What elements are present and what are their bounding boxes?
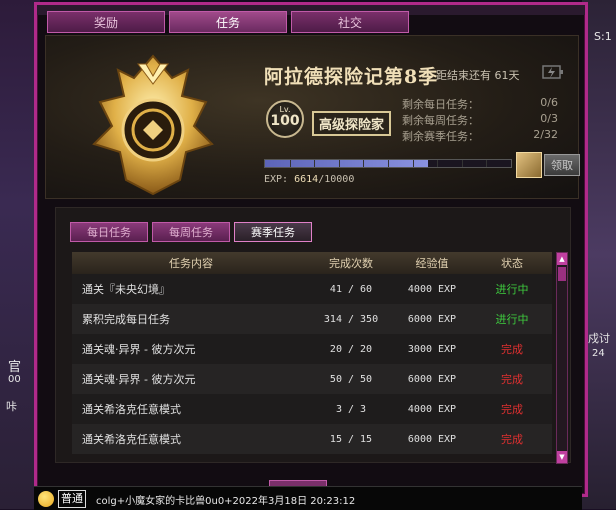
task-name: 通关『未央幻境』 bbox=[82, 283, 170, 296]
claim-button[interactable]: 领取 bbox=[544, 154, 580, 176]
top-tab-bar: 奖励 任务 社交 bbox=[43, 11, 579, 33]
exp-bar-tick bbox=[437, 160, 439, 167]
remaining-tasks: 剩余每日任务： 0/6 剩余每周任务： 0/3 剩余赛季任务： 2/32 bbox=[402, 96, 558, 144]
exp-progress-bar bbox=[264, 159, 512, 168]
scroll-thumb[interactable] bbox=[558, 267, 566, 281]
tab-tasks[interactable]: 任务 bbox=[169, 11, 287, 33]
edge-text-left-low: 咔 bbox=[6, 400, 17, 413]
table-header: 任务内容 完成次数 经验值 状态 bbox=[72, 252, 552, 274]
exp-bar-tick bbox=[486, 160, 488, 167]
task-status: 进行中 bbox=[495, 313, 529, 326]
exp-text: EXP: 6614/10000 bbox=[264, 174, 354, 185]
edge-text-left-mid: 官 bbox=[8, 360, 22, 375]
exp-total: /10000 bbox=[318, 174, 355, 185]
exp-bar-tick bbox=[338, 160, 340, 167]
adventure-pass-window: 奖励 任务 社交 阿拉德探险记第8季 距结束还有 61天 Lv. 100 高级探… bbox=[34, 2, 588, 497]
exp-label: EXP: bbox=[264, 174, 289, 185]
task-name: 累积完成每日任务 bbox=[82, 313, 170, 326]
column-header-exp: 经验值 bbox=[415, 257, 449, 270]
task-name: 通关魂·异界 - 彼方次元 bbox=[82, 373, 196, 386]
table-row[interactable]: 通关魂·异界 - 彼方次元 50 / 50 6000 EXP 完成 bbox=[72, 364, 552, 394]
edge-text-right-mid: 戍讨 bbox=[588, 332, 610, 345]
table-row[interactable]: 通关魂·异界 - 彼方次元 20 / 20 3000 EXP 完成 bbox=[72, 334, 552, 364]
exp-bar-tick bbox=[388, 160, 389, 167]
battery-icon bbox=[542, 65, 563, 79]
remaining-weekly-value: 0/3 bbox=[540, 112, 558, 125]
reward-item-icon[interactable] bbox=[516, 152, 542, 178]
chat-input[interactable]: colg+小魔女家的卡比兽0u0+2022年3月18日 20:23:12 bbox=[96, 492, 355, 507]
table-row[interactable]: 通关希洛克任意模式 15 / 15 6000 EXP 完成 bbox=[72, 424, 552, 454]
task-scrollbar[interactable]: ▲ ▼ bbox=[556, 252, 568, 464]
task-name: 通关希洛克任意模式 bbox=[82, 403, 181, 416]
task-count: 3 / 3 bbox=[335, 403, 367, 415]
task-exp: 6000 EXP bbox=[407, 313, 457, 325]
task-name: 通关希洛克任意模式 bbox=[82, 433, 181, 446]
task-exp: 6000 EXP bbox=[407, 373, 457, 385]
task-count: 314 / 350 bbox=[323, 313, 379, 325]
task-exp: 3000 EXP bbox=[407, 343, 457, 355]
exp-bar-tick bbox=[289, 160, 291, 167]
exp-bar-tick bbox=[412, 160, 414, 167]
task-count: 50 / 50 bbox=[329, 373, 373, 385]
remaining-daily: 剩余每日任务： 0/6 bbox=[402, 96, 558, 112]
season-title: 阿拉德探险记第8季 bbox=[264, 66, 439, 88]
exp-bar-tick bbox=[314, 160, 316, 167]
column-header-status: 状态 bbox=[501, 257, 523, 270]
season-emblem-icon bbox=[92, 54, 214, 196]
task-exp: 6000 EXP bbox=[407, 433, 457, 445]
column-header-task: 任务内容 bbox=[169, 257, 213, 270]
tab-weekly-tasks[interactable]: 每周任务 bbox=[152, 222, 230, 242]
remaining-daily-value: 0/6 bbox=[540, 96, 558, 109]
table-row[interactable]: 通关希洛克任意模式 3 / 3 4000 EXP 完成 bbox=[72, 394, 552, 424]
season-header: 阿拉德探险记第8季 距结束还有 61天 Lv. 100 高级探险家 剩余每日任务… bbox=[45, 35, 580, 199]
chat-bar: 普通 colg+小魔女家的卡比兽0u0+2022年3月18日 20:23:12 bbox=[34, 486, 582, 510]
column-header-count: 完成次数 bbox=[329, 257, 373, 270]
table-row[interactable]: 通关『未央幻境』 41 / 60 4000 EXP 进行中 bbox=[72, 274, 552, 304]
exp-current: 6614 bbox=[294, 174, 319, 185]
chat-channel-selector[interactable]: 普通 bbox=[58, 490, 86, 508]
season-countdown: 距结束还有 61天 bbox=[436, 69, 520, 82]
task-status: 进行中 bbox=[495, 283, 529, 296]
level-badge: Lv. 100 bbox=[266, 100, 304, 138]
task-table: 任务内容 完成次数 经验值 状态 通关『未央幻境』 41 / 60 4000 E… bbox=[72, 252, 552, 454]
remaining-season-value: 2/32 bbox=[533, 128, 558, 141]
emote-icon[interactable] bbox=[38, 491, 54, 507]
remaining-daily-label: 剩余每日任务： bbox=[402, 98, 479, 111]
task-count: 41 / 60 bbox=[329, 283, 373, 295]
edge-text-right-mid2: 24 bbox=[592, 348, 605, 359]
remaining-season-label: 剩余赛季任务： bbox=[402, 130, 479, 143]
edge-text-right-top: S:1 bbox=[594, 30, 612, 43]
edge-text-left-mid2: 00 bbox=[8, 374, 21, 385]
exp-bar-tick bbox=[363, 160, 365, 167]
tab-season-tasks[interactable]: 赛季任务 bbox=[234, 222, 312, 242]
task-status: 完成 bbox=[501, 373, 523, 386]
task-status: 完成 bbox=[501, 343, 523, 356]
scroll-down-arrow-icon[interactable]: ▼ bbox=[557, 451, 567, 463]
task-count: 15 / 15 bbox=[329, 433, 373, 445]
task-exp: 4000 EXP bbox=[407, 403, 457, 415]
level-value: 100 bbox=[270, 113, 300, 129]
rank-tag: 高级探险家 bbox=[312, 111, 392, 136]
task-exp: 4000 EXP bbox=[407, 283, 457, 295]
remaining-weekly-label: 剩余每周任务： bbox=[402, 114, 479, 127]
tab-daily-tasks[interactable]: 每日任务 bbox=[70, 222, 148, 242]
task-panel: 每日任务 每周任务 赛季任务 任务内容 完成次数 经验值 状态 通关『未央幻境』… bbox=[55, 207, 571, 464]
task-status: 完成 bbox=[501, 403, 523, 416]
exp-bar-tick bbox=[461, 160, 463, 167]
table-row[interactable]: 累积完成每日任务 314 / 350 6000 EXP 进行中 bbox=[72, 304, 552, 334]
scroll-up-arrow-icon[interactable]: ▲ bbox=[557, 253, 567, 265]
tab-rewards[interactable]: 奖励 bbox=[47, 11, 165, 33]
task-name: 通关魂·异界 - 彼方次元 bbox=[82, 343, 196, 356]
remaining-season: 剩余赛季任务： 2/32 bbox=[402, 128, 558, 144]
task-status: 完成 bbox=[501, 433, 523, 446]
tab-social[interactable]: 社交 bbox=[291, 11, 409, 33]
remaining-weekly: 剩余每周任务： 0/3 bbox=[402, 112, 558, 128]
task-count: 20 / 20 bbox=[329, 343, 373, 355]
